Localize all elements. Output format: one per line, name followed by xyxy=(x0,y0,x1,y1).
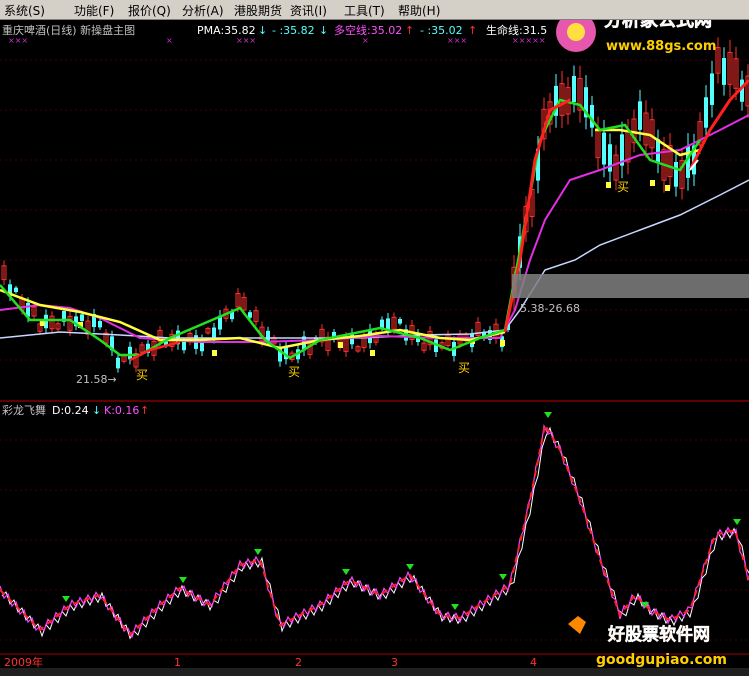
buy-signal-4: 买 xyxy=(617,180,629,194)
svg-text:×××××: ××××× xyxy=(512,36,546,45)
candle-body xyxy=(398,318,402,324)
candle-body xyxy=(572,75,576,103)
oscillator xyxy=(0,412,749,640)
menu-analysis[interactable]: 分析(A) xyxy=(182,2,224,19)
candle-body xyxy=(80,314,84,321)
peak-arrow-icon xyxy=(499,574,507,580)
candle-body xyxy=(380,319,384,328)
sub-header: 彩龙飞舞 D:0.24 ↓ K:0.16 ↑ xyxy=(2,404,149,417)
menu-system[interactable]: 系统(S) xyxy=(4,2,45,19)
candle-body xyxy=(116,357,120,369)
candle-body xyxy=(98,321,102,328)
candle-body xyxy=(710,73,714,105)
chart-title: 重庆啤酒(日线) 新操盘主图 xyxy=(2,23,135,37)
menu-help[interactable]: 帮助(H) xyxy=(398,2,440,19)
signal-block xyxy=(500,340,505,346)
candle-body xyxy=(704,97,708,128)
menu-tools[interactable]: 工具(T) xyxy=(344,2,385,19)
svg-text:×××: ××× xyxy=(236,36,256,45)
logo-title: 分析家公式网 xyxy=(604,20,712,31)
signal-block xyxy=(212,350,217,356)
candle-body xyxy=(722,57,726,85)
svg-text:×××: ××× xyxy=(8,36,28,45)
fox-logo-icon xyxy=(568,616,586,634)
candle-body xyxy=(656,139,660,164)
indicator-k: K:0.16 xyxy=(104,404,139,417)
signal-block xyxy=(665,185,670,191)
pma2-arrow: ↓ xyxy=(319,24,328,37)
peak-arrow-icon xyxy=(544,412,552,418)
peak-arrow-icon xyxy=(733,519,741,525)
pma2-value: - :35.82 xyxy=(272,24,315,37)
watermark: 好股票软件网 goodgupiao.com xyxy=(568,616,727,668)
candle-body xyxy=(14,287,18,292)
signal-block xyxy=(606,182,611,188)
dkx2-arrow: ↑ xyxy=(468,24,477,37)
candle-body xyxy=(248,312,252,318)
signal-markers: ××× × ××× × ××× ××××× xyxy=(8,36,546,45)
bottom-tab-bar[interactable] xyxy=(0,668,749,676)
candle-body xyxy=(128,346,132,360)
buy-signal-1: 买 xyxy=(136,368,148,382)
main-header: 重庆啤酒(日线) 新操盘主图 PMA:35.82 ↓ - :35.82 ↓ 多空… xyxy=(2,23,547,37)
menu-bar: 系统(S) 功能(F) 报价(Q) 分析(A) 港股期货 资讯(I) 工具(T)… xyxy=(0,0,749,20)
candle-body xyxy=(602,132,606,165)
menu-hk-futures[interactable]: 港股期货 xyxy=(234,2,282,19)
watermark-url: goodgupiao.com xyxy=(596,652,727,668)
logo-url: www.88gs.com xyxy=(606,39,716,54)
indicator-d: D:0.24 xyxy=(52,404,89,417)
peak-arrow-icon xyxy=(342,569,350,575)
candlesticks xyxy=(1,37,749,373)
buy-signal-2: 买 xyxy=(288,365,300,379)
site-logo: 分析家公式网 www.88gs.com xyxy=(556,20,716,54)
candle-body xyxy=(638,101,642,130)
signal-block xyxy=(338,342,343,348)
menu-dot: 交 xyxy=(536,20,547,21)
watermark-title: 好股票软件网 xyxy=(607,624,710,645)
candle-body xyxy=(266,330,270,341)
svg-text:×: × xyxy=(166,36,173,45)
oscillator-d-line xyxy=(1,426,749,640)
moving-average-lines xyxy=(0,78,749,362)
peak-arrow-icon xyxy=(62,596,70,602)
indicator-title: 彩龙飞舞 xyxy=(2,404,46,417)
dkx-value: 多空线:35.02 xyxy=(334,23,402,37)
stock-chart[interactable]: 5.38-26.68 21.58→ 买 买 买 买 重庆啤酒(日线) 新操盘主图… xyxy=(0,20,749,676)
peak-arrow-icon xyxy=(451,604,459,610)
range-label: 5.38-26.68 xyxy=(520,302,580,315)
oscillator-k-line xyxy=(0,424,749,639)
candle-body xyxy=(674,162,678,187)
candle-body xyxy=(182,341,186,351)
indicator-k-arrow: ↑ xyxy=(140,404,149,417)
life-line xyxy=(0,179,749,339)
dkx-line xyxy=(0,114,749,343)
peak-arrow-icon xyxy=(406,564,414,570)
svg-text:×××: ××× xyxy=(447,36,467,45)
signal-block xyxy=(370,350,375,356)
dkx-arrow: ↑ xyxy=(405,24,414,37)
life-line-value: 生命线:31.5 xyxy=(486,23,547,37)
oscillator-trend xyxy=(0,422,749,637)
indicator-d-arrow: ↓ xyxy=(92,404,101,417)
x-axis-year: 2009年 xyxy=(4,655,43,669)
svg-text:×: × xyxy=(362,36,369,45)
signal-block xyxy=(650,180,655,186)
peak-arrow-icon xyxy=(179,577,187,583)
range-band xyxy=(512,274,749,298)
menu-quote[interactable]: 报价(Q) xyxy=(128,2,171,19)
menu-news[interactable]: 资讯(I) xyxy=(290,2,327,19)
pma-arrow: ↓ xyxy=(258,24,267,37)
menu-function[interactable]: 功能(F) xyxy=(74,2,114,19)
low-price-label: 21.58→ xyxy=(76,373,117,386)
buy-signal-3: 买 xyxy=(458,361,470,375)
peak-arrow-icon xyxy=(254,549,262,555)
